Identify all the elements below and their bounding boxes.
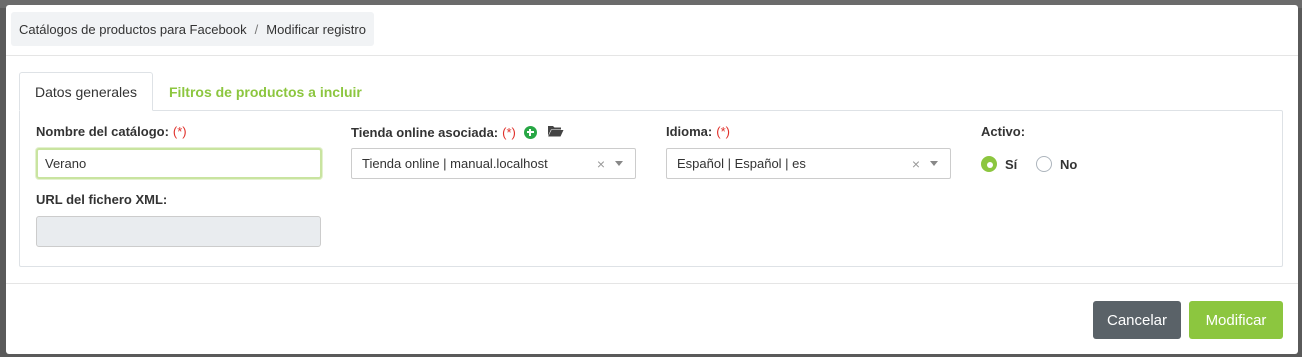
tab-bar: Datos generales Filtros de productos a i… <box>19 72 377 111</box>
radio-checked-icon[interactable] <box>981 156 997 172</box>
required-mark: (*) <box>172 124 187 139</box>
tab-datos-generales[interactable]: Datos generales <box>19 72 153 111</box>
breadcrumb-parent[interactable]: Catálogos de productos para Facebook <box>19 22 247 37</box>
required-mark: (*) <box>502 124 516 140</box>
language-label: Idioma: (*) <box>666 124 730 139</box>
catalog-name-input[interactable] <box>36 148 322 179</box>
general-data-panel: Nombre del catálogo: (*) URL del fichero… <box>19 110 1283 267</box>
chevron-down-icon[interactable] <box>615 161 623 166</box>
store-select-value: Tienda online | manual.localhost <box>362 156 548 171</box>
xml-url-input <box>36 216 321 247</box>
catalog-name-label: Nombre del catálogo: (*) <box>36 124 187 139</box>
modify-button[interactable]: Modificar <box>1189 301 1283 339</box>
active-radio-no[interactable]: No <box>1036 156 1077 172</box>
modal-footer: Cancelar Modificar <box>6 283 1298 354</box>
breadcrumb-current: Modificar registro <box>266 21 366 37</box>
clear-language-icon[interactable]: × <box>908 156 924 172</box>
chevron-down-icon[interactable] <box>930 161 938 166</box>
cancel-button[interactable]: Cancelar <box>1093 301 1181 339</box>
xml-url-label: URL del fichero XML: <box>36 192 168 207</box>
tab-filtros-productos[interactable]: Filtros de productos a incluir <box>153 72 377 111</box>
add-store-icon[interactable] <box>523 125 537 139</box>
clear-store-icon[interactable]: × <box>593 156 609 172</box>
active-label: Activo: <box>981 124 1026 139</box>
modal-header: Catálogos de productos para Facebook / M… <box>6 5 1298 56</box>
breadcrumb-separator: / <box>254 21 259 37</box>
language-select-value: Español | Español | es <box>677 156 806 171</box>
store-label: Tienda online asociada: (*) <box>351 124 564 140</box>
radio-unchecked-icon[interactable] <box>1036 156 1052 172</box>
required-mark: (*) <box>716 124 730 139</box>
language-select[interactable]: Español | Español | es × <box>666 148 951 179</box>
active-radio-yes[interactable]: Sí <box>981 156 1017 172</box>
edit-catalog-modal: Catálogos de productos para Facebook / M… <box>6 5 1298 354</box>
folder-open-icon[interactable] <box>547 124 564 140</box>
breadcrumb: Catálogos de productos para Facebook / M… <box>11 12 374 46</box>
store-select[interactable]: Tienda online | manual.localhost × <box>351 148 636 179</box>
